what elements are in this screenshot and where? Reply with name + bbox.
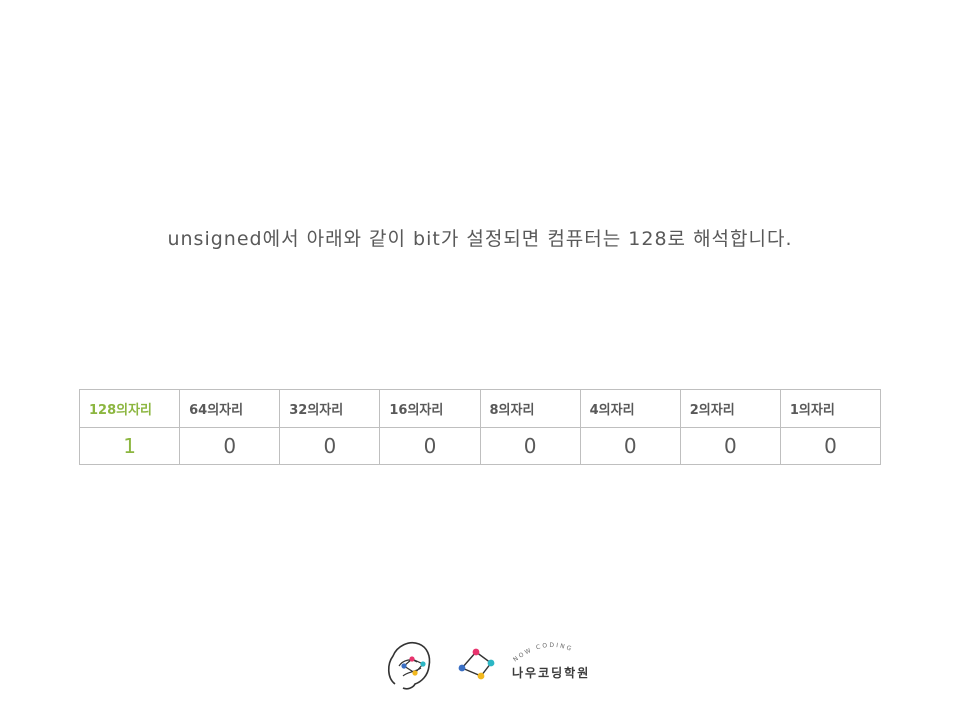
bit-place-table: 128의자리 64의자리 32의자리 16의자리 8의자리 4의자리 2의자리 …	[78, 389, 882, 465]
value-cell-8: 0	[479, 427, 581, 465]
headline-text: unsigned에서 아래와 같이 bit가 설정되면 컴퓨터는 128로 해석…	[167, 228, 793, 250]
value-cell-1: 0	[779, 427, 882, 465]
value-cell-32: 0	[279, 427, 381, 465]
header-cell-16: 16의자리	[379, 389, 481, 428]
header-cell-1: 1의자리	[779, 389, 882, 428]
node-diamond-icon	[458, 648, 495, 680]
table-value-row: 1 0 0 0 0 0 0 0	[78, 427, 882, 465]
header-cell-2: 2의자리	[679, 389, 781, 428]
header-cell-64: 64의자리	[179, 389, 281, 428]
value-cell-64: 0	[179, 427, 281, 465]
value-cell-4: 0	[579, 427, 681, 465]
value-cell-2: 0	[679, 427, 781, 465]
value-cell-128: 1	[78, 427, 181, 465]
value-cell-16: 0	[379, 427, 481, 465]
brand-arc-text: NOW CODING	[512, 642, 574, 664]
table-header-row: 128의자리 64의자리 32의자리 16의자리 8의자리 4의자리 2의자리 …	[78, 389, 882, 428]
header-cell-32: 32의자리	[279, 389, 381, 428]
header-cell-128: 128의자리	[78, 389, 181, 428]
brand-name: 나우코딩학원	[512, 666, 591, 680]
header-cell-8: 8의자리	[479, 389, 581, 428]
header-cell-4: 4의자리	[579, 389, 681, 428]
brain-logo-icon	[387, 641, 431, 690]
slide: unsigned에서 아래와 같이 bit가 설정되면 컴퓨터는 128로 해석…	[0, 0, 960, 720]
